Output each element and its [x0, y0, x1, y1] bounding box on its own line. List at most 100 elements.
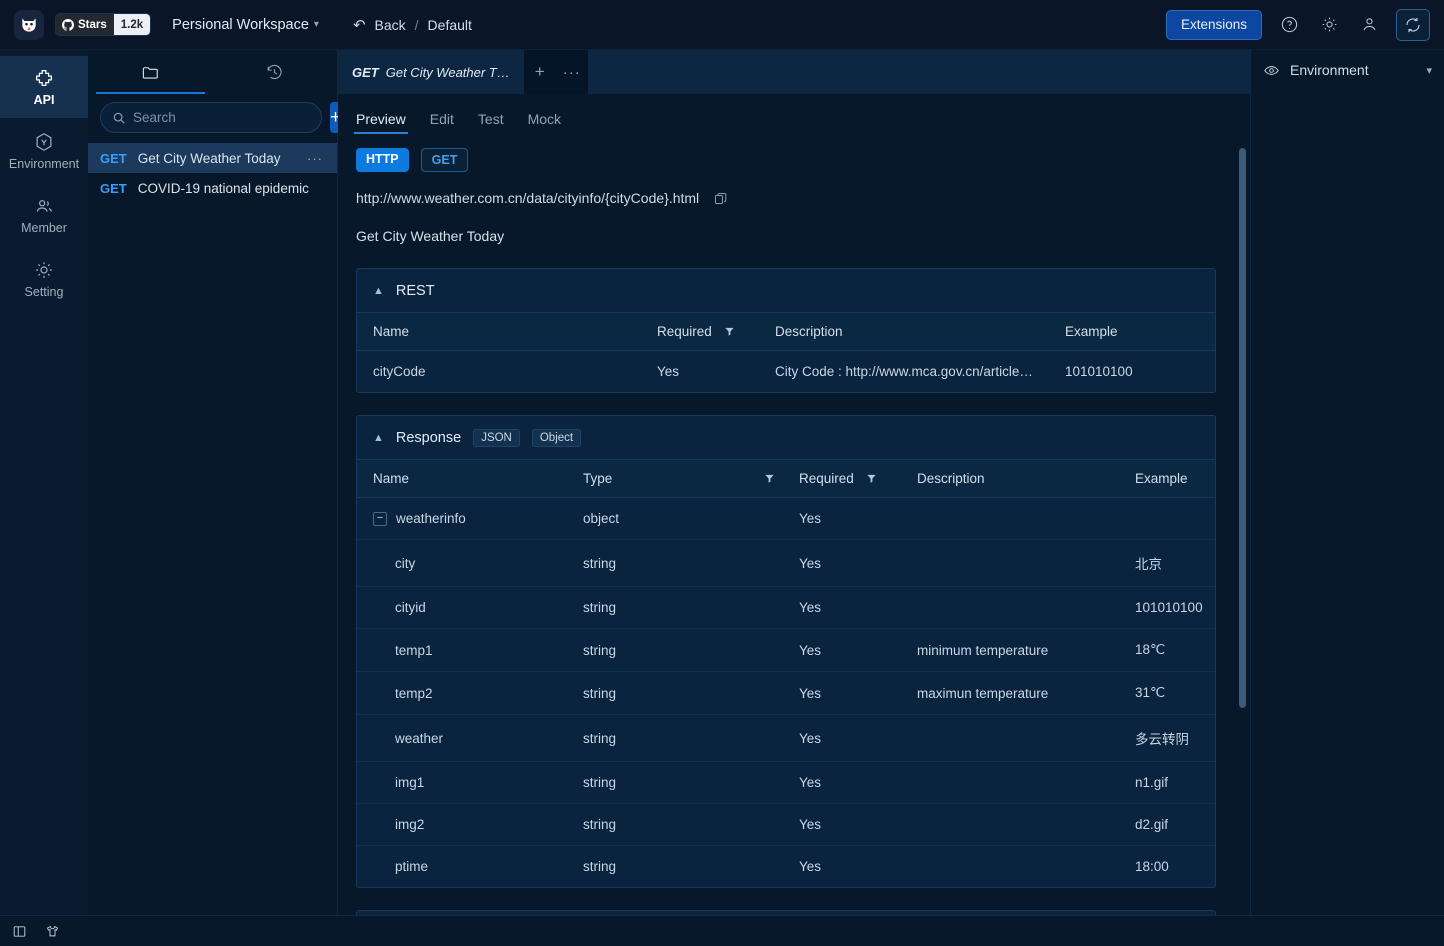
response-table-header-row: Name Type Required Description Example [357, 460, 1215, 498]
method-label: GET [100, 150, 127, 166]
skin-icon[interactable] [45, 924, 60, 939]
response-title: Response [395, 429, 462, 446]
rest-col-required: Required [657, 313, 775, 351]
rest-table-header-row: Name Required Description Example [357, 313, 1215, 351]
filter-icon[interactable] [724, 326, 735, 337]
chevron-up-icon[interactable]: ▲ [373, 285, 384, 297]
resp-cell-required: Yes [799, 714, 917, 762]
search-field-wrapper[interactable] [100, 102, 322, 133]
subtab-preview[interactable]: Preview [354, 111, 408, 134]
gear-icon [33, 259, 55, 281]
rail-item-member[interactable]: Member [0, 184, 88, 246]
resp-cell-required: Yes [799, 671, 917, 715]
hexagon-icon [33, 131, 55, 153]
resp-cell-type: string [583, 671, 799, 715]
environment-selector[interactable]: Environment ▾ [1251, 50, 1444, 90]
resp-cell-example: 多云转阴 [1135, 714, 1215, 762]
top-header: Stars 1.2k Persional Workspace ▾ ↶ Back … [0, 0, 1444, 50]
history-icon [265, 63, 284, 82]
resp-cell-required: Yes [799, 497, 917, 540]
new-tab-button[interactable]: + [524, 50, 556, 94]
resp-cell-example: d2.gif [1135, 803, 1215, 846]
sidebar-tabs [88, 50, 337, 94]
search-input[interactable] [133, 110, 310, 125]
user-icon[interactable] [1356, 12, 1382, 38]
resp-cell-required: Yes [799, 803, 917, 846]
resp-cell-description [917, 539, 1135, 587]
sync-icon[interactable] [1396, 8, 1430, 41]
response-type-tag[interactable]: Object [531, 428, 582, 447]
collapse-toggle[interactable]: − [373, 511, 387, 526]
resp-cell-description [917, 497, 1135, 540]
workspace-selector[interactable]: Persional Workspace ▾ [172, 17, 319, 33]
rest-col-description: Description [775, 313, 1065, 351]
chevron-down-icon: ▾ [313, 19, 319, 30]
resp-cell-required: Yes [799, 628, 917, 672]
gear-icon[interactable] [1316, 12, 1342, 38]
chevron-up-icon[interactable]: ▲ [373, 432, 384, 444]
response-section: ▲ Response JSON Object Name Type Require… [356, 415, 1216, 888]
breadcrumb-project[interactable]: Default [428, 17, 472, 33]
preview-content: HTTP GET http://www.weather.com.cn/data/… [338, 134, 1250, 915]
subtab-edit[interactable]: Edit [430, 111, 454, 134]
table-row: ptime string Yes 18:00 [357, 846, 1215, 888]
eye-icon[interactable] [1263, 62, 1280, 79]
folder-icon [141, 63, 160, 82]
rest-cell-example: 101010100 [1065, 364, 1133, 379]
mock-section: ▲ MOCK [356, 910, 1216, 915]
tab-more-button[interactable]: ··· [556, 50, 588, 94]
url-row: http://www.weather.com.cn/data/cityinfo/… [356, 190, 1216, 206]
protocol-badges: HTTP GET [356, 148, 1216, 172]
tab-title: Get City Weather T… [385, 64, 510, 80]
api-name: Get City Weather Today [137, 150, 281, 166]
undo-icon[interactable]: ↶ [353, 16, 366, 34]
mock-section-header[interactable]: ▲ MOCK [357, 911, 1215, 915]
resp-cell-example: 北京 [1135, 539, 1215, 587]
request-url: http://www.weather.com.cn/data/cityinfo/… [356, 190, 700, 206]
resp-cell-example: 18:00 [1135, 859, 1169, 874]
resp-cell-required: Yes [799, 539, 917, 587]
rail-item-api[interactable]: API [0, 56, 88, 118]
vertical-scrollbar[interactable] [1239, 148, 1246, 708]
main-panel: GET Get City Weather T… + ··· Preview Ed… [338, 50, 1250, 915]
github-stars-badge[interactable]: Stars 1.2k [56, 14, 151, 35]
filter-icon[interactable] [764, 473, 775, 484]
resp-cell-type: string [583, 628, 799, 672]
sidebar-history-tab[interactable] [213, 50, 338, 94]
sidebar-folder-tab[interactable] [88, 50, 213, 94]
table-row: temp2 string Yes maximun temperature 31℃ [357, 671, 1215, 715]
response-section-header[interactable]: ▲ Response JSON Object [357, 416, 1215, 460]
preview-scroll-area: HTTP GET http://www.weather.com.cn/data/… [338, 134, 1250, 915]
app-root: Stars 1.2k Persional Workspace ▾ ↶ Back … [0, 0, 1444, 946]
api-list-item-covid[interactable]: GET COVID-19 national epidemic [88, 173, 337, 203]
breadcrumb: ↶ Back / Default [353, 16, 472, 34]
table-row: img2 string Yes d2.gif [357, 803, 1215, 846]
editor-tab-weather[interactable]: GET Get City Weather T… [338, 50, 524, 94]
response-format-tag[interactable]: JSON [473, 428, 520, 447]
subtab-test[interactable]: Test [478, 111, 504, 134]
resp-cell-description [917, 714, 1135, 762]
rail-item-environment[interactable]: Environment [0, 120, 88, 182]
subtab-mock[interactable]: Mock [528, 111, 561, 134]
resp-cell-type: string [583, 859, 617, 874]
resp-cell-name: city [357, 539, 583, 587]
rail-item-setting[interactable]: Setting [0, 248, 88, 310]
more-options-icon[interactable]: ··· [307, 151, 323, 166]
sidebar-search-row: + [88, 94, 342, 143]
table-row: cityCode Yes City Code : http://www.mca.… [357, 351, 1215, 393]
status-bar [0, 915, 1444, 946]
resp-cell-type: string [583, 761, 799, 804]
api-list-item-weather[interactable]: GET Get City Weather Today ··· [88, 143, 337, 173]
chevron-down-icon[interactable]: ▾ [1426, 64, 1432, 77]
back-button[interactable]: Back [375, 17, 406, 33]
nav-rail: API Environment Member Setting [0, 50, 88, 915]
resp-cell-type: string [583, 714, 799, 762]
extensions-button[interactable]: Extensions [1165, 9, 1262, 40]
filter-icon[interactable] [866, 473, 877, 484]
table-row: img1 string Yes n1.gif [357, 761, 1215, 804]
copy-icon[interactable] [713, 191, 728, 206]
resp-cell-description [917, 803, 1135, 846]
rest-section-header[interactable]: ▲ REST [357, 269, 1215, 313]
question-circle-icon[interactable] [1276, 12, 1302, 38]
panel-toggle-icon[interactable] [12, 924, 27, 939]
